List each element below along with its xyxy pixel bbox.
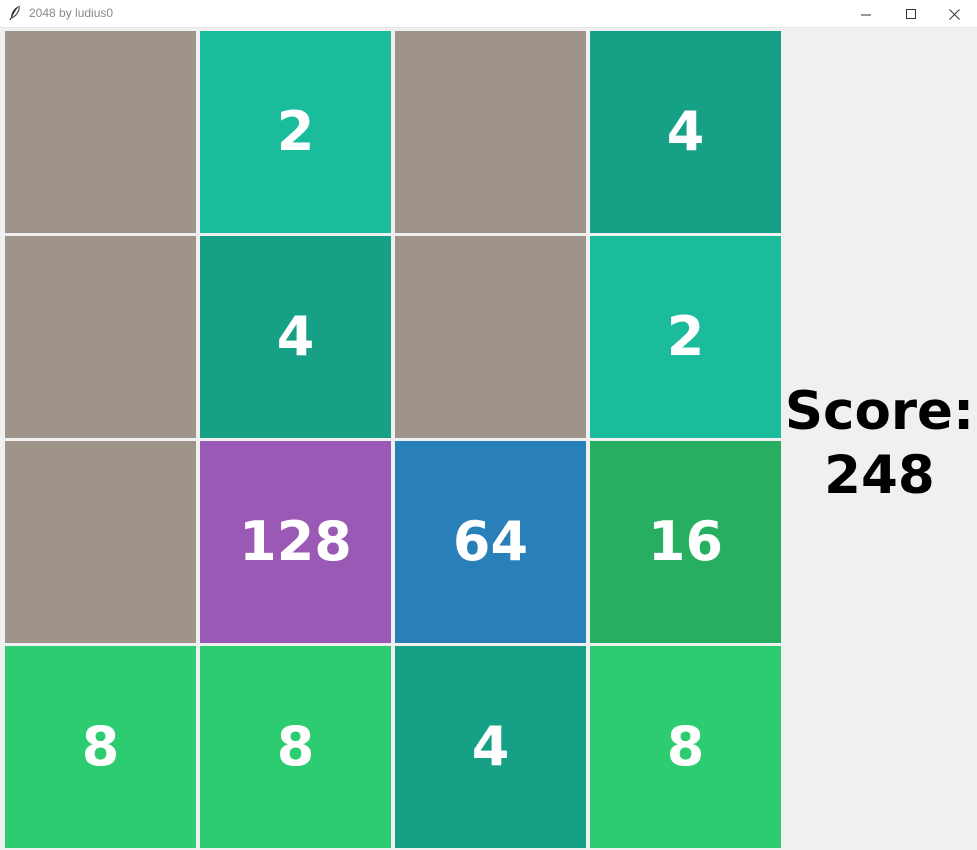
game-window: 2048 by ludius0 2 4 4 2 128 64 16 8 8 4 … [0,0,977,850]
tile-empty [5,31,196,233]
tile: 128 [200,441,391,643]
maximize-icon [905,8,917,20]
tile-empty [5,236,196,438]
tile: 8 [5,646,196,848]
minimize-button[interactable] [843,0,889,28]
window-title: 2048 by ludius0 [29,6,114,20]
tile: 64 [395,441,586,643]
tile-empty [395,31,586,233]
tile-empty [395,236,586,438]
tile: 8 [590,646,781,848]
close-icon [948,8,960,20]
close-button[interactable] [931,0,977,28]
tile: 2 [590,236,781,438]
score-label: Score: [784,381,975,442]
score-value: 248 [824,445,935,506]
maximize-button[interactable] [888,0,934,28]
tile: 8 [200,646,391,848]
tile: 16 [590,441,781,643]
title-bar[interactable]: 2048 by ludius0 [0,0,977,28]
tile: 4 [200,236,391,438]
tile: 4 [395,646,586,848]
feather-icon [8,5,22,21]
tile-empty [5,441,196,643]
tile: 4 [590,31,781,233]
minimize-icon [860,9,872,20]
score-panel: Score: 248 [782,380,977,508]
tile: 2 [200,31,391,233]
